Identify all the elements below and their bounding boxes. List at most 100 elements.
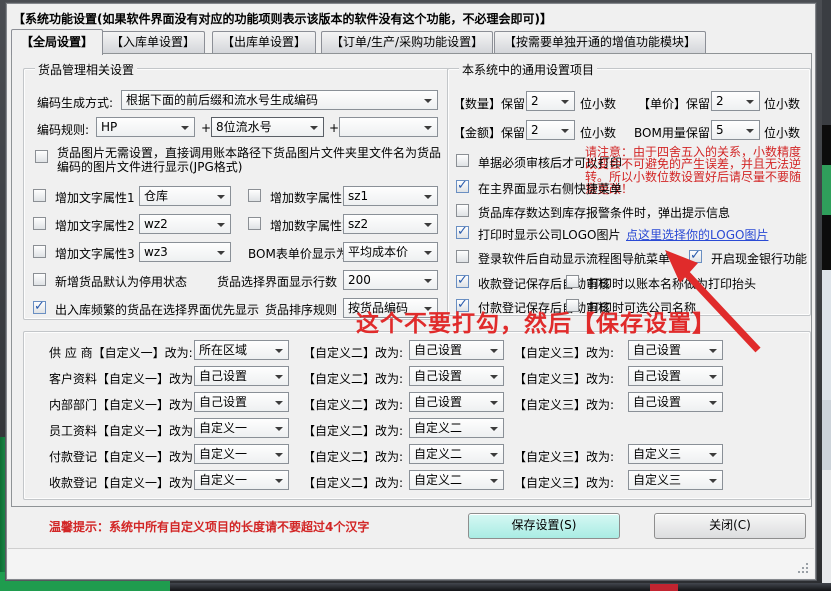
plus-sign: + (201, 121, 211, 135)
print-logo-checkbox[interactable] (456, 226, 469, 239)
custom-row-label: 付款登记【自定义一】改为: (49, 448, 197, 465)
custom2-select[interactable]: 自己设置 (409, 366, 504, 386)
annotation-text: 这个不要打勾，然后【保存设置】 (356, 304, 716, 338)
custom3-select[interactable]: 自己设置 (628, 340, 723, 360)
custom2-select[interactable]: 自定义二 (409, 418, 504, 438)
custom3-select[interactable]: 自定义三 (628, 470, 723, 490)
num-attr2-checkbox[interactable] (248, 217, 261, 230)
num-attr1-select[interactable]: sz1 (343, 186, 438, 206)
code-suffix-select[interactable] (339, 117, 438, 137)
audit-before-print-checkbox[interactable] (456, 154, 469, 167)
text-attr3-select[interactable]: wz3 (139, 242, 231, 262)
num-attr1-checkbox[interactable] (248, 189, 261, 202)
bom-usage-decimal-select[interactable]: 5 (711, 120, 760, 140)
bom-price-select[interactable]: 平均成本价 (343, 242, 438, 262)
code-mode-select[interactable]: 根据下面的前后缀和流水号生成编码 (121, 90, 438, 110)
close-button[interactable]: 关闭(C) (654, 513, 806, 539)
custom1-label: 【自定义一】改为: (97, 476, 197, 490)
display-rows-value: 200 (344, 271, 437, 288)
amount-decimal-value: 2 (527, 121, 574, 138)
audit-before-print-label: 单据必须审核后才可以打印 (478, 154, 622, 171)
text-attr3-checkbox[interactable] (33, 245, 46, 258)
qty-decimal-label: 【数量】保留 (453, 95, 525, 112)
right-shortcut-menu-checkbox[interactable] (456, 180, 469, 193)
tab-addon-modules[interactable]: 【按需要单独开通的增值功能模块】 (494, 31, 706, 53)
tab-order-production-purchase[interactable]: 【订单/生产/采购功能设置】 (321, 31, 493, 53)
custom1-select[interactable]: 自己设置 (194, 366, 289, 386)
tab-inbound-settings[interactable]: 【入库单设置】 (101, 31, 205, 53)
custom1-select[interactable]: 自定义一 (194, 470, 289, 490)
code-rule-label: 编码规则: (37, 121, 89, 138)
code-serial-select[interactable]: 8位流水号 (211, 117, 324, 137)
qty-decimal-select[interactable]: 2 (526, 91, 575, 111)
code-prefix-value: HP (97, 118, 194, 135)
decimal-suffix: 位小数 (580, 124, 616, 141)
choose-logo-link[interactable]: 点这里选择你的LOGO图片 (626, 226, 768, 243)
print-bookname-checkbox[interactable] (566, 275, 579, 288)
group-product-settings-title: 货品管理相关设置 (35, 61, 137, 78)
custom3-select[interactable]: 自己设置 (628, 392, 723, 412)
dialog-title: 【系统功能设置(如果软件界面没有对应的功能项则表示该版本的软件没有这个功能，不必… (13, 10, 552, 27)
background-window-strip (822, 0, 831, 125)
bom-usage-decimal-label: BOM用量保留 (634, 124, 710, 141)
custom3-value: 自己设置 (629, 367, 722, 384)
tab-global-settings[interactable]: 【全局设置】 (11, 29, 103, 55)
text-attr2-select[interactable]: wz2 (139, 214, 231, 234)
custom-row-entity: 员工资料 (49, 424, 97, 438)
code-prefix-select[interactable]: HP (96, 117, 195, 137)
new-product-disabled-checkbox[interactable] (33, 273, 46, 286)
background-window-strip (822, 215, 831, 270)
text-attr1-select[interactable]: 仓库 (139, 186, 231, 206)
decimal-suffix: 位小数 (580, 95, 616, 112)
code-serial-value: 8位流水号 (212, 118, 323, 135)
background-window-strip (822, 400, 831, 470)
text-attr1-checkbox[interactable] (33, 189, 46, 202)
custom2-select[interactable]: 自己设置 (409, 392, 504, 412)
custom-row-label: 员工资料【自定义一】改为: (49, 422, 197, 439)
text-attr2-checkbox[interactable] (33, 217, 46, 230)
cash-bank-checkbox[interactable] (689, 250, 702, 263)
flowchart-menu-checkbox[interactable] (456, 250, 469, 263)
custom-row-label: 客户资料【自定义一】改为: (49, 370, 197, 387)
custom2-label: 【自定义二】改为: (303, 448, 403, 465)
custom3-value: 自定义三 (629, 445, 722, 462)
num-attr2-label: 增加数字属性2 (270, 217, 350, 234)
plus-sign: + (329, 121, 339, 135)
display-rows-select[interactable]: 200 (343, 270, 438, 290)
code-mode-label: 编码生成方式: (37, 94, 113, 111)
num-attr2-select[interactable]: sz2 (343, 214, 438, 234)
stock-alert-checkbox[interactable] (456, 204, 469, 217)
price-decimal-select[interactable]: 2 (711, 91, 760, 111)
bom-price-label: BOM表单价显示为 (248, 245, 348, 262)
custom1-select[interactable]: 所在区域 (194, 340, 289, 360)
custom1-select[interactable]: 自定义一 (194, 444, 289, 464)
custom2-select[interactable]: 自定义二 (409, 470, 504, 490)
custom2-select[interactable]: 自定义二 (409, 444, 504, 464)
amount-decimal-select[interactable]: 2 (526, 120, 575, 140)
custom-row-label: 供 应 商【自定义一】改为: (49, 344, 193, 361)
decimal-suffix: 位小数 (764, 124, 800, 141)
background-window-strip (822, 270, 831, 400)
background-window-strip (822, 470, 831, 591)
stock-alert-label: 货品库存数达到库存报警条件时，弹出提示信息 (478, 204, 730, 221)
tab-outbound-settings[interactable]: 【出库单设置】 (212, 31, 316, 53)
custom-row-entity: 内部部门 (49, 398, 97, 412)
custom1-select[interactable]: 自定义一 (194, 418, 289, 438)
custom3-select[interactable]: 自定义三 (628, 444, 723, 464)
frequent-products-checkbox[interactable] (33, 301, 46, 314)
save-settings-button[interactable]: 保存设置(S) (468, 513, 620, 539)
product-image-checkbox[interactable] (35, 150, 48, 163)
receipt-auto-audit-checkbox[interactable] (456, 275, 469, 288)
custom3-select[interactable]: 自己设置 (628, 366, 723, 386)
custom1-value: 所在区域 (195, 341, 288, 358)
custom1-label: 【自定义一】改为: (97, 450, 197, 464)
amount-decimal-label: 【金额】保留 (453, 124, 525, 141)
custom1-value: 自定义一 (195, 471, 288, 488)
custom2-select[interactable]: 自己设置 (409, 340, 504, 360)
text-attr3-value: wz3 (140, 243, 230, 260)
custom-row-label: 内部部门【自定义一】改为: (49, 396, 197, 413)
custom2-value: 自己设置 (410, 393, 503, 410)
resize-grip-icon[interactable] (796, 561, 808, 573)
custom3-label: 【自定义三】改为: (514, 344, 614, 361)
custom1-select[interactable]: 自己设置 (194, 392, 289, 412)
